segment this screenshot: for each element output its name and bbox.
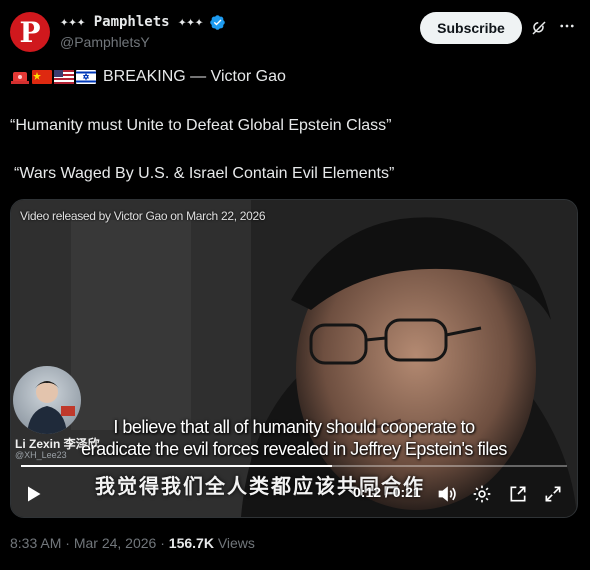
subtitle-line-2: eradicate the evil forces revealed in Je… — [81, 439, 507, 459]
headline-text: BREAKING — Victor Gao — [103, 68, 286, 85]
subtitle-line-1: I believe that all of humanity should co… — [113, 417, 475, 437]
separator: · — [65, 535, 70, 551]
post-date[interactable]: Mar 24, 2026 — [74, 535, 157, 551]
video-controls: 0:12 / 0:21 — [11, 476, 577, 512]
settings-gear-icon[interactable] — [472, 484, 492, 504]
quote-1: “Humanity must Unite to Defeat Global Ep… — [10, 117, 392, 134]
quote-2: “Wars Waged By U.S. & Israel Contain Evi… — [14, 165, 395, 182]
video-player[interactable]: Video released by Victor Gao on March 22… — [10, 199, 578, 518]
video-meta-caption: Video released by Victor Gao on March 22… — [20, 209, 266, 223]
play-icon[interactable] — [23, 484, 43, 504]
flag-usa-icon — [54, 70, 74, 84]
volume-icon[interactable] — [437, 484, 457, 504]
flag-israel-icon — [76, 70, 96, 84]
avatar[interactable]: P — [10, 12, 50, 52]
views-count: 156.7K — [168, 535, 214, 551]
subscribe-button[interactable]: Subscribe — [420, 12, 522, 44]
post-timestamp: 8:33 AM · Mar 24, 2026 · 156.7K Views — [10, 535, 255, 551]
separator: · — [160, 535, 165, 551]
grok-icon[interactable] — [530, 19, 548, 37]
picture-in-picture-icon[interactable] — [508, 484, 528, 504]
progress-fill — [21, 465, 333, 467]
post-time[interactable]: 8:33 AM — [10, 535, 61, 551]
author-name[interactable]: ✦✦✦ Pamphlets ✦✦✦ — [60, 12, 226, 32]
flag-china-icon — [32, 70, 52, 84]
display-name[interactable]: ✦✦✦ Pamphlets ✦✦✦ — [60, 14, 203, 30]
author-handle[interactable]: @PamphletsY — [60, 34, 150, 50]
views-label: Views — [217, 535, 255, 551]
video-time: 0:12 / 0:21 — [353, 484, 421, 500]
headline-line: BREAKING — Victor Gao — [10, 68, 286, 86]
progress-bar[interactable] — [21, 465, 567, 467]
verified-badge-icon — [210, 14, 226, 30]
rotating-light-icon — [11, 72, 29, 84]
avatar-letter: P — [19, 16, 41, 49]
subtitle-english: I believe that all of humanity should co… — [11, 416, 577, 460]
more-icon[interactable] — [556, 15, 578, 37]
fullscreen-icon[interactable] — [543, 484, 563, 504]
